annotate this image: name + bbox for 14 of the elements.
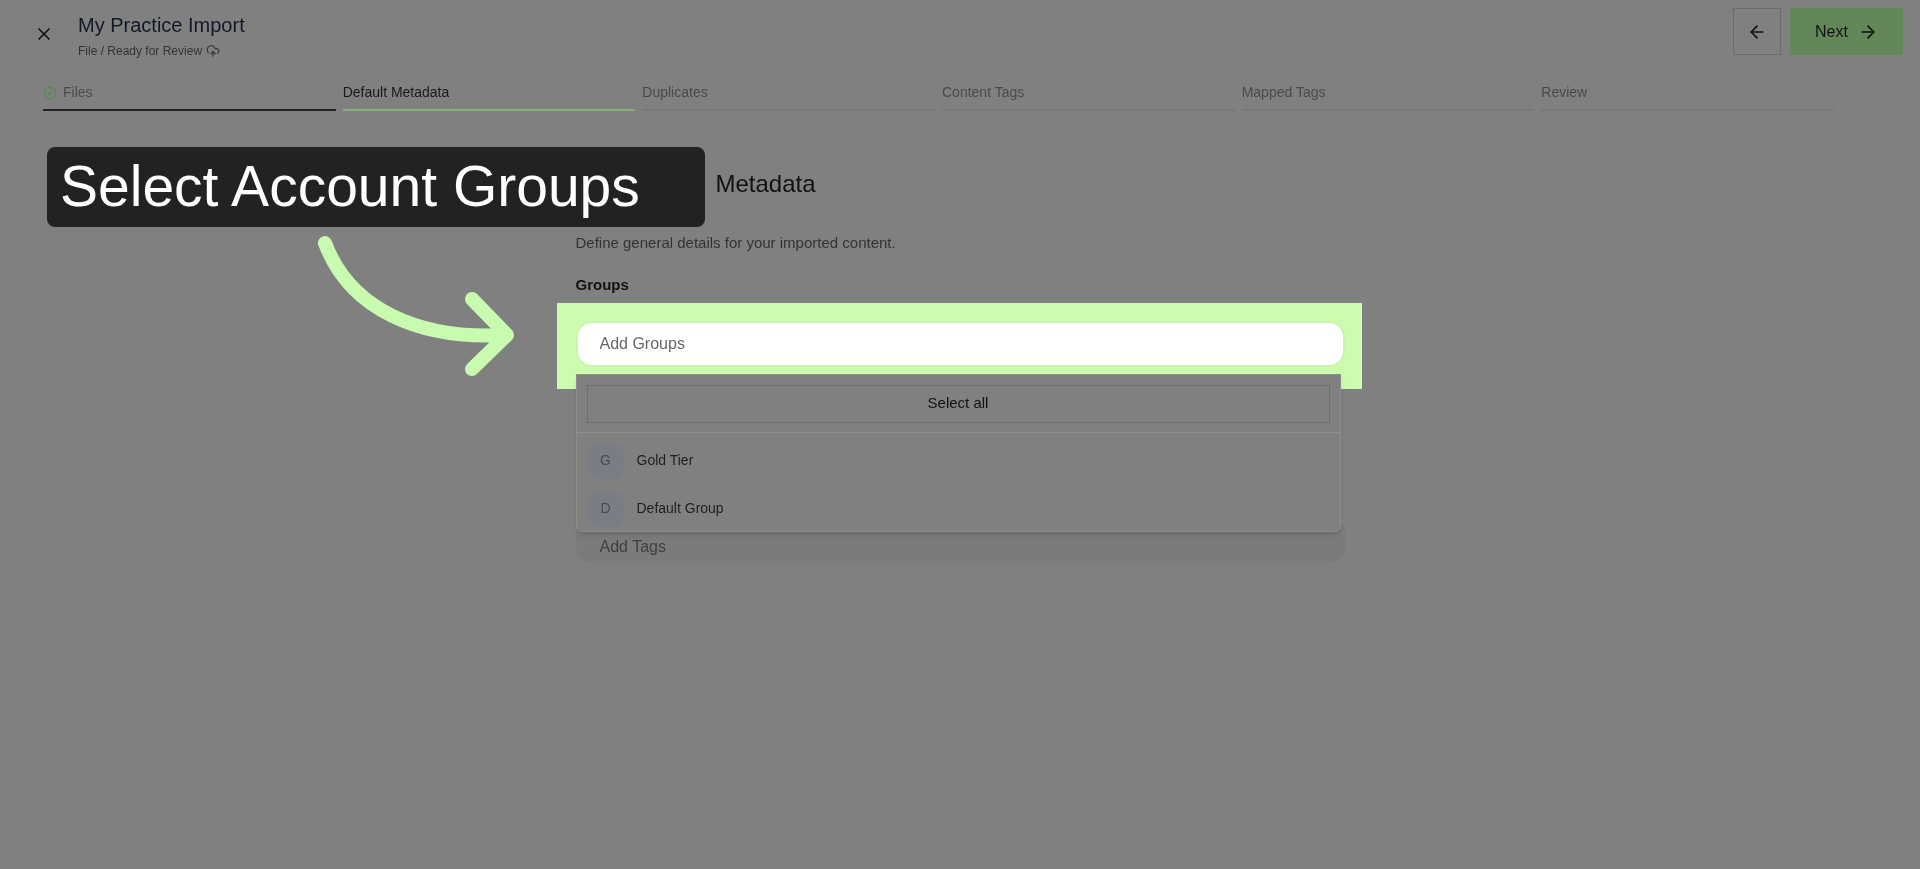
step-tab[interactable]: Default Metadata xyxy=(342,82,636,111)
groups-field[interactable]: Add Groups xyxy=(575,320,1345,367)
breadcrumb: File / Ready for Review xyxy=(78,43,203,60)
group-name: Gold Tier xyxy=(636,451,694,470)
select-all-button[interactable]: Select all xyxy=(586,384,1330,423)
next-button[interactable]: Next xyxy=(1790,8,1903,55)
field-label: Groups xyxy=(575,274,629,295)
back-button[interactable] xyxy=(1733,8,1781,55)
section-subtitle: Define general details for your imported content. xyxy=(575,233,897,253)
group-name: Default Group xyxy=(636,499,724,518)
callout-label: Select Account Groups xyxy=(47,147,705,227)
page-title: My Practice Import xyxy=(78,13,245,38)
check-circle-icon xyxy=(43,85,57,100)
cloud-upload-icon xyxy=(206,44,221,58)
